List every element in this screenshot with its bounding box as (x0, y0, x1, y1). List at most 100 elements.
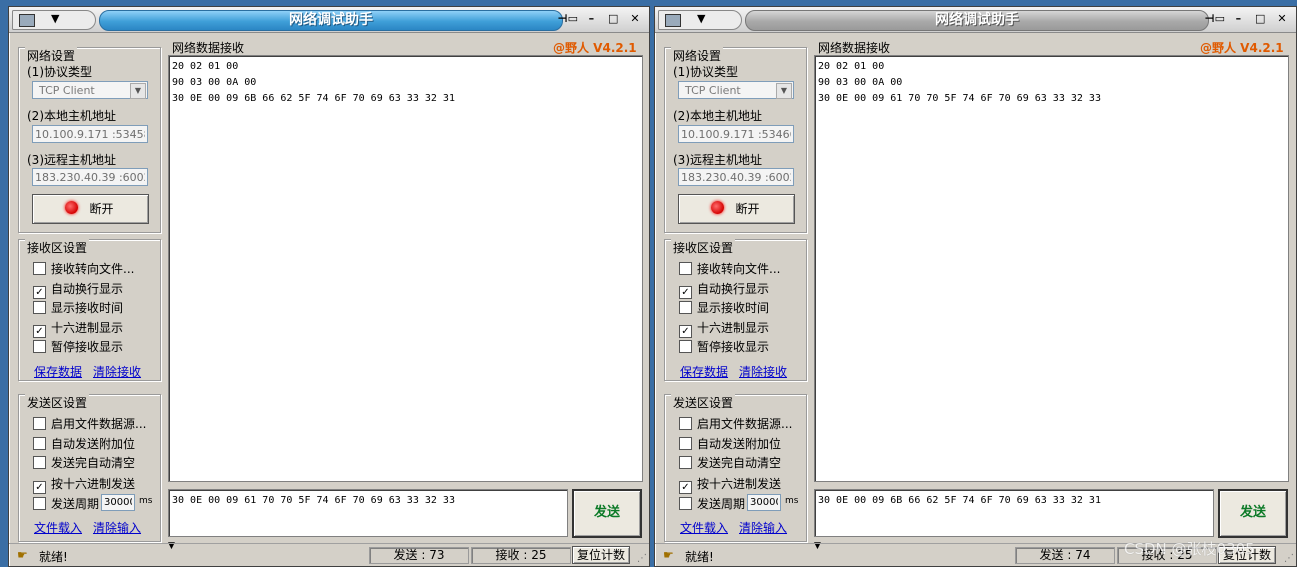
reset-count-button[interactable]: 复位计数 (572, 546, 630, 564)
clear-input-link[interactable]: 清除输入 (93, 519, 141, 536)
send-textarea[interactable]: 30 0E 00 09 6B 66 62 5F 74 6F 70 69 63 3… (814, 489, 1214, 537)
checkbox[interactable] (679, 497, 692, 510)
check-icon[interactable]: ✓ (33, 325, 46, 338)
checkbox[interactable] (679, 456, 692, 469)
disconnect-button[interactable]: 断开 (32, 194, 149, 224)
local-host-label: (2)本地主机地址 (673, 109, 762, 123)
checkbox[interactable] (33, 417, 46, 430)
option-hex-display[interactable]: ✓ 十六进制显示 (679, 319, 769, 338)
send-period-input[interactable] (101, 494, 135, 511)
remote-host-label: (3)远程主机地址 (27, 153, 116, 167)
resize-grip-icon[interactable]: ⋰ (637, 553, 647, 564)
option-hex-send[interactable]: ✓ 按十六进制发送 (33, 475, 135, 494)
clear-receive-link[interactable]: 清除接收 (93, 363, 141, 380)
save-data-link[interactable]: 保存数据 (680, 363, 728, 380)
check-icon[interactable]: ✓ (33, 286, 46, 299)
minimize-icon[interactable]: – (583, 11, 599, 27)
remote-host-input[interactable] (678, 168, 794, 186)
local-host-input[interactable] (678, 125, 794, 143)
receive-settings-group: 接收区设置 接收转向文件... ✓ 自动换行显示 显示接收时间 ✓ 十六进制显示 暂… (664, 239, 807, 381)
option-recv-to-file[interactable]: 接收转向文件... (679, 260, 780, 276)
pin-icon[interactable]: ⊣▭ (1205, 11, 1225, 27)
option-auto-wrap[interactable]: ✓ 自动换行显示 (33, 280, 123, 299)
option-auto-clear[interactable]: 发送完自动清空 (33, 454, 135, 470)
send-period-input[interactable] (747, 494, 781, 511)
period-unit: ms (139, 496, 153, 506)
send-button[interactable]: 发送 (1218, 489, 1288, 538)
option-hex-send[interactable]: ✓ 按十六进制发送 (679, 475, 781, 494)
protocol-value: TCP Client (685, 84, 741, 97)
option-auto-wrap[interactable]: ✓ 自动换行显示 (679, 280, 769, 299)
option-append-bits[interactable]: 自动发送附加位 (33, 435, 135, 451)
local-host-input[interactable] (32, 125, 148, 143)
file-load-link[interactable]: 文件载入 (34, 519, 82, 536)
option-file-source[interactable]: 启用文件数据源... (679, 415, 792, 431)
receive-line: 30 0E 00 09 61 70 70 5F 74 6F 70 69 63 3… (818, 93, 1101, 104)
status-ready: 就绪! (685, 550, 714, 564)
chevron-down-icon[interactable]: ▼ (776, 83, 792, 99)
send-button[interactable]: 发送 (572, 489, 642, 538)
close-icon[interactable]: ✕ (627, 11, 643, 27)
check-icon[interactable]: ✓ (679, 481, 692, 494)
option-pause-display[interactable]: 暂停接收显示 (33, 338, 123, 354)
checkbox[interactable] (33, 301, 46, 314)
title-bar[interactable]: ▼ 网络调试助手 ⊣▭ – □ ✕ (655, 7, 1296, 33)
group-title: 接收区设置 (25, 239, 90, 256)
send-text: 30 0E 00 09 6B 66 62 5F 74 6F 70 69 63 3… (818, 495, 1101, 506)
checkbox[interactable] (679, 340, 692, 353)
sent-count: 发送 : 73 (369, 547, 469, 564)
checkbox[interactable] (679, 301, 692, 314)
status-icon: ☛ (663, 548, 674, 562)
receive-line: 90 03 00 0A 00 (172, 77, 257, 88)
maximize-icon[interactable]: □ (1252, 11, 1268, 27)
checkbox[interactable] (33, 437, 46, 450)
checkbox[interactable] (33, 340, 46, 353)
option-show-time[interactable]: 显示接收时间 (33, 299, 123, 315)
protocol-select[interactable]: TCP Client ▼ (32, 81, 148, 99)
remote-host-label: (3)远程主机地址 (673, 153, 762, 167)
chevron-down-icon[interactable]: ▼ (130, 83, 146, 99)
option-send-period[interactable]: 发送周期 (33, 495, 99, 511)
minimize-icon[interactable]: – (1230, 11, 1246, 27)
resize-grip-icon[interactable]: ⋰ (1284, 553, 1294, 564)
check-icon[interactable]: ✓ (33, 481, 46, 494)
pin-icon[interactable]: ⊣▭ (558, 11, 578, 27)
option-file-source[interactable]: 启用文件数据源... (33, 415, 146, 431)
system-menu-button[interactable]: ▼ (658, 10, 742, 30)
group-title: 发送区设置 (25, 394, 90, 411)
reset-count-button[interactable]: 复位计数 (1218, 546, 1276, 564)
group-title: 网络设置 (671, 47, 724, 64)
option-pause-display[interactable]: 暂停接收显示 (679, 338, 769, 354)
file-load-link[interactable]: 文件载入 (680, 519, 728, 536)
check-icon[interactable]: ✓ (679, 286, 692, 299)
checkbox[interactable] (679, 437, 692, 450)
maximize-icon[interactable]: □ (605, 11, 621, 27)
close-icon[interactable]: ✕ (1274, 11, 1290, 27)
protocol-select[interactable]: TCP Client ▼ (678, 81, 794, 99)
option-show-time[interactable]: 显示接收时间 (679, 299, 769, 315)
checkbox[interactable] (33, 456, 46, 469)
save-data-link[interactable]: 保存数据 (34, 363, 82, 380)
option-send-period[interactable]: 发送周期 (679, 495, 745, 511)
disconnect-button[interactable]: 断开 (678, 194, 795, 224)
clear-input-link[interactable]: 清除输入 (739, 519, 787, 536)
receive-textarea[interactable]: 20 02 01 00 90 03 00 0A 00 30 0E 00 09 6B … (168, 55, 643, 482)
clear-receive-link[interactable]: 清除接收 (739, 363, 787, 380)
checkbox[interactable] (679, 417, 692, 430)
checkbox[interactable] (33, 262, 46, 275)
window-title: 网络调试助手 (99, 10, 563, 31)
receive-textarea[interactable]: 20 02 01 00 90 03 00 0A 00 30 0E 00 09 61 … (814, 55, 1289, 482)
send-textarea[interactable]: 30 0E 00 09 61 70 70 5F 74 6F 70 69 63 3… (168, 489, 568, 537)
option-hex-display[interactable]: ✓ 十六进制显示 (33, 319, 123, 338)
option-recv-to-file[interactable]: 接收转向文件... (33, 260, 134, 276)
checkbox[interactable] (33, 497, 46, 510)
title-bar[interactable]: ▼ 网络调试助手 ⊣▭ – □ ✕ (9, 7, 649, 33)
status-ready: 就绪! (39, 550, 68, 564)
option-auto-clear[interactable]: 发送完自动清空 (679, 454, 781, 470)
remote-host-input[interactable] (32, 168, 148, 186)
status-bar: ☛ 就绪! 发送 : 73 接收 : 25 复位计数 ⋰ (9, 543, 649, 566)
check-icon[interactable]: ✓ (679, 325, 692, 338)
checkbox[interactable] (679, 262, 692, 275)
system-menu-button[interactable]: ▼ (12, 10, 96, 30)
option-append-bits[interactable]: 自动发送附加位 (679, 435, 781, 451)
